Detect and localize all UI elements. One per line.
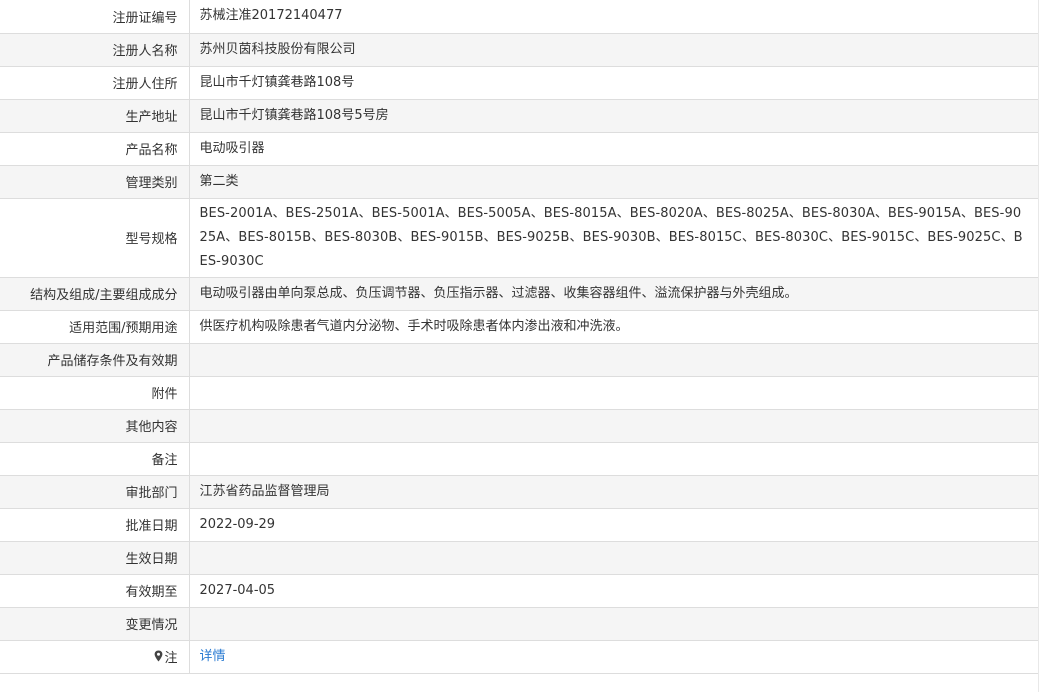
- field-value: 2027-04-05: [189, 573, 1038, 608]
- note-row: 注 详情: [0, 639, 1038, 674]
- field-value: BES-2001A、BES-2501A、BES-5001A、BES-5005A、…: [189, 197, 1038, 278]
- field-label: 变更情况: [0, 606, 190, 641]
- table-row: 附件: [0, 375, 1038, 410]
- field-value: 第二类: [189, 164, 1038, 199]
- table-row: 注册人住所 昆山市千灯镇龚巷路108号: [0, 65, 1038, 100]
- registration-detail-page: 注册证编号 苏械注准20172140477 注册人名称 苏州贝茵科技股份有限公司…: [0, 0, 1061, 692]
- note-value-cell: 详情: [189, 639, 1038, 674]
- pin-icon: [154, 650, 163, 662]
- field-label: 管理类别: [0, 164, 190, 199]
- field-value: [189, 540, 1038, 575]
- table-row: 产品储存条件及有效期: [0, 342, 1038, 377]
- table-row: 其他内容: [0, 408, 1038, 443]
- table-row: 备注: [0, 441, 1038, 476]
- field-value: 江苏省药品监督管理局: [189, 474, 1038, 509]
- registration-detail-table: 注册证编号 苏械注准20172140477 注册人名称 苏州贝茵科技股份有限公司…: [0, 0, 1038, 674]
- model-spec-text: BES-2001A、BES-2501A、BES-5001A、BES-5005A、…: [199, 205, 1023, 269]
- table-row: 生效日期: [0, 540, 1038, 575]
- field-label: 产品名称: [0, 131, 190, 166]
- field-label: 适用范围/预期用途: [0, 309, 190, 344]
- table-row: 适用范围/预期用途 供医疗机构吸除患者气道内分泌物、手术时吸除患者体内渗出液和冲…: [0, 309, 1038, 344]
- note-label-cell: 注: [0, 639, 190, 674]
- table-row: 型号规格 BES-2001A、BES-2501A、BES-5001A、BES-5…: [0, 197, 1038, 278]
- field-label: 生产地址: [0, 98, 190, 133]
- field-label: 附件: [0, 375, 190, 410]
- field-label: 有效期至: [0, 573, 190, 608]
- field-value: 昆山市千灯镇龚巷路108号: [189, 65, 1038, 100]
- field-label: 产品储存条件及有效期: [0, 342, 190, 377]
- table-row: 变更情况: [0, 606, 1038, 641]
- table-row: 注册证编号 苏械注准20172140477: [0, 0, 1038, 34]
- field-value: [189, 408, 1038, 443]
- field-value: 2022-09-29: [189, 507, 1038, 542]
- field-value: [189, 375, 1038, 410]
- field-value: [189, 606, 1038, 641]
- field-value: [189, 441, 1038, 476]
- field-value: 电动吸引器由单向泵总成、负压调节器、负压指示器、过滤器、收集容器组件、溢流保护器…: [189, 276, 1038, 311]
- field-label: 结构及组成/主要组成成分: [0, 276, 190, 311]
- field-label: 审批部门: [0, 474, 190, 509]
- table-row: 注册人名称 苏州贝茵科技股份有限公司: [0, 32, 1038, 67]
- table-row: 批准日期 2022-09-29: [0, 507, 1038, 542]
- field-label: 生效日期: [0, 540, 190, 575]
- field-label: 注册人名称: [0, 32, 190, 67]
- table-row: 管理类别 第二类: [0, 164, 1038, 199]
- field-value: 电动吸引器: [189, 131, 1038, 166]
- field-label: 备注: [0, 441, 190, 476]
- field-value: 供医疗机构吸除患者气道内分泌物、手术时吸除患者体内渗出液和冲洗液。: [189, 309, 1038, 344]
- table-row: 有效期至 2027-04-05: [0, 573, 1038, 608]
- vertical-scrollbar[interactable]: [1038, 0, 1061, 692]
- note-label-text: 注: [164, 650, 178, 666]
- details-link[interactable]: 详情: [200, 649, 226, 664]
- field-value: 昆山市千灯镇龚巷路108号5号房: [189, 98, 1038, 133]
- field-value: 苏州贝茵科技股份有限公司: [189, 32, 1038, 67]
- field-label: 批准日期: [0, 507, 190, 542]
- table-row: 产品名称 电动吸引器: [0, 131, 1038, 166]
- field-value: 苏械注准20172140477: [189, 0, 1038, 34]
- field-label: 注册证编号: [0, 0, 190, 34]
- table-row: 生产地址 昆山市千灯镇龚巷路108号5号房: [0, 98, 1038, 133]
- note-label: 注: [154, 647, 178, 666]
- table-row: 结构及组成/主要组成成分 电动吸引器由单向泵总成、负压调节器、负压指示器、过滤器…: [0, 276, 1038, 311]
- field-value: [189, 342, 1038, 377]
- table-row: 审批部门 江苏省药品监督管理局: [0, 474, 1038, 509]
- field-label: 注册人住所: [0, 65, 190, 100]
- field-label: 其他内容: [0, 408, 190, 443]
- field-label: 型号规格: [0, 197, 190, 278]
